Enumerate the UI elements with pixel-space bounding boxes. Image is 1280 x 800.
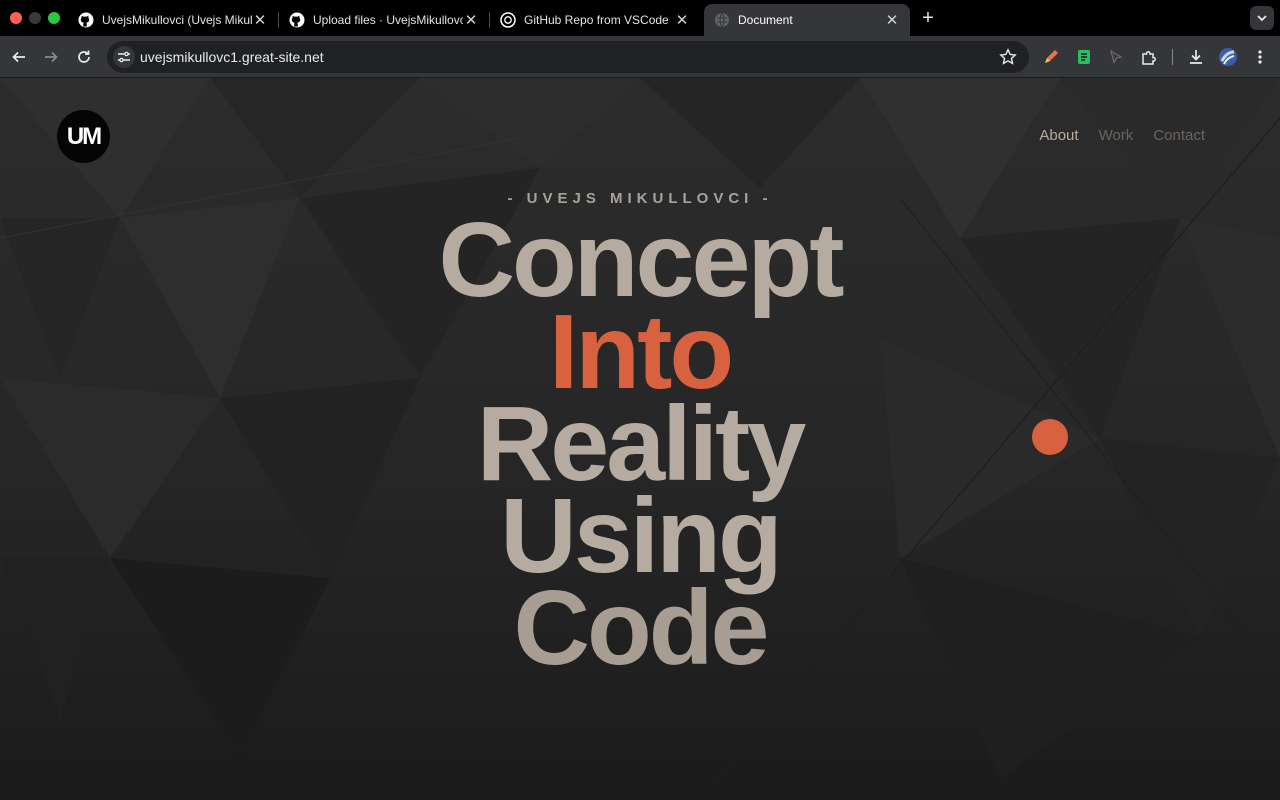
url-text[interactable]: uvejsmikullovc1.great-site.net	[140, 49, 324, 65]
tab-strip: UvejsMikullovci (Uvejs Mikullovci) ✕ Upl…	[0, 0, 1280, 36]
forward-button[interactable]	[40, 46, 62, 68]
tab-document[interactable]: Document ✕	[704, 4, 910, 36]
toolbar-divider	[1172, 49, 1173, 65]
reload-icon	[78, 50, 90, 63]
github-icon	[289, 12, 305, 28]
webpage-viewport: UM About Work Contact - UVEJS MIKULLOVCI…	[0, 78, 1280, 800]
cursor-follower-dot	[1032, 419, 1068, 455]
nav-link-work[interactable]: Work	[1099, 127, 1134, 144]
profile-avatar[interactable]	[1218, 47, 1238, 67]
new-tab-button[interactable]: +	[918, 8, 938, 28]
tab-upload-files[interactable]: Upload files · UvejsMikullovci/UvejsMiku…	[279, 4, 489, 36]
globe-icon	[714, 12, 730, 28]
chevron-down-icon	[1257, 15, 1267, 22]
arrow-left-icon	[12, 51, 25, 63]
nav-link-about[interactable]: About	[1039, 127, 1078, 144]
openai-icon	[500, 12, 516, 28]
cursor-extension-icon[interactable]	[1106, 47, 1126, 67]
site-info-button[interactable]	[113, 46, 135, 68]
tab-uvejsmikullovci[interactable]: UvejsMikullovci (Uvejs Mikullovci) ✕	[68, 4, 278, 36]
close-window-button[interactable]	[10, 12, 22, 24]
nav-link-contact[interactable]: Contact	[1153, 127, 1205, 144]
browser-toolbar: uvejsmikullovc1.great-site.net	[0, 36, 1280, 78]
github-icon	[78, 12, 94, 28]
back-button[interactable]	[8, 46, 30, 68]
close-tab-icon[interactable]: ✕	[884, 12, 900, 29]
tab-title: UvejsMikullovci (Uvejs Mikullovci)	[102, 13, 252, 27]
menu-kebab-icon[interactable]	[1250, 47, 1270, 67]
hero-headline: Concept Into Reality Using Code	[0, 207, 1280, 687]
download-icon[interactable]	[1186, 47, 1206, 67]
pen-extension-icon[interactable]	[1041, 47, 1061, 67]
address-bar[interactable]: uvejsmikullovc1.great-site.net	[107, 41, 1029, 73]
close-tab-icon[interactable]: ✕	[463, 12, 479, 29]
tune-icon	[118, 51, 130, 63]
tab-title: GitHub Repo from VSCode	[524, 13, 669, 27]
close-tab-icon[interactable]: ✕	[674, 12, 690, 29]
minimize-window-button[interactable]	[29, 12, 41, 24]
arrow-right-icon	[45, 51, 58, 63]
close-tab-icon[interactable]: ✕	[252, 12, 268, 29]
site-nav: About Work Contact	[1039, 127, 1205, 144]
tab-github-repo-vscode[interactable]: GitHub Repo from VSCode ✕	[490, 4, 700, 36]
tab-search-button[interactable]	[1250, 6, 1274, 30]
evernote-extension-icon[interactable]	[1074, 47, 1094, 67]
bookmark-star-icon[interactable]	[999, 48, 1017, 66]
headline-line-5: Code	[513, 569, 770, 687]
extensions-puzzle-icon[interactable]	[1139, 47, 1159, 67]
tab-title: Upload files · UvejsMikullovci/UvejsMiku…	[313, 13, 463, 27]
site-logo[interactable]: UM	[57, 110, 110, 163]
maximize-window-button[interactable]	[48, 12, 60, 24]
tab-title: Document	[738, 13, 793, 27]
reload-button[interactable]	[73, 46, 95, 68]
